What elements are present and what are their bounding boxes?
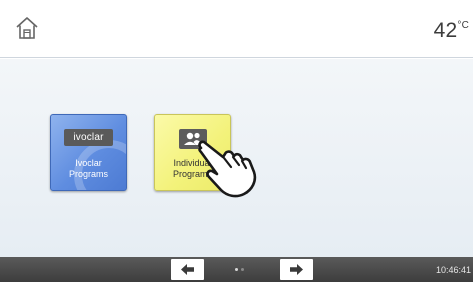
- tap-hand-icon: [198, 140, 257, 198]
- home-icon[interactable]: [14, 15, 40, 41]
- previous-page-button[interactable]: [171, 259, 204, 280]
- page-indicator: [235, 268, 247, 272]
- tile-label-line: Ivoclar: [75, 158, 102, 168]
- clock: 10:46:41: [435, 265, 471, 275]
- header-bar: 42°C: [0, 0, 473, 58]
- page-dot: [241, 268, 244, 271]
- tile-label-line: Programs: [68, 169, 108, 179]
- furnace-home-screen: 42°C ivoclar Ivoclar Programs Individual…: [0, 0, 473, 282]
- ivoclar-logo: ivoclar: [64, 129, 113, 146]
- ivoclar-programs-tile[interactable]: ivoclar Ivoclar Programs: [50, 114, 127, 191]
- footer-bar: 10:46:41: [0, 257, 473, 282]
- temperature-value: 42: [433, 19, 458, 42]
- ivoclar-programs-label: Ivoclar Programs: [51, 158, 126, 180]
- temperature-readout: 42°C: [434, 19, 469, 43]
- temperature-unit: °C: [457, 20, 469, 31]
- page-dot-active: [235, 268, 238, 271]
- arrow-right-icon: [290, 264, 303, 275]
- arrow-left-icon: [181, 264, 194, 275]
- next-page-button[interactable]: [280, 259, 313, 280]
